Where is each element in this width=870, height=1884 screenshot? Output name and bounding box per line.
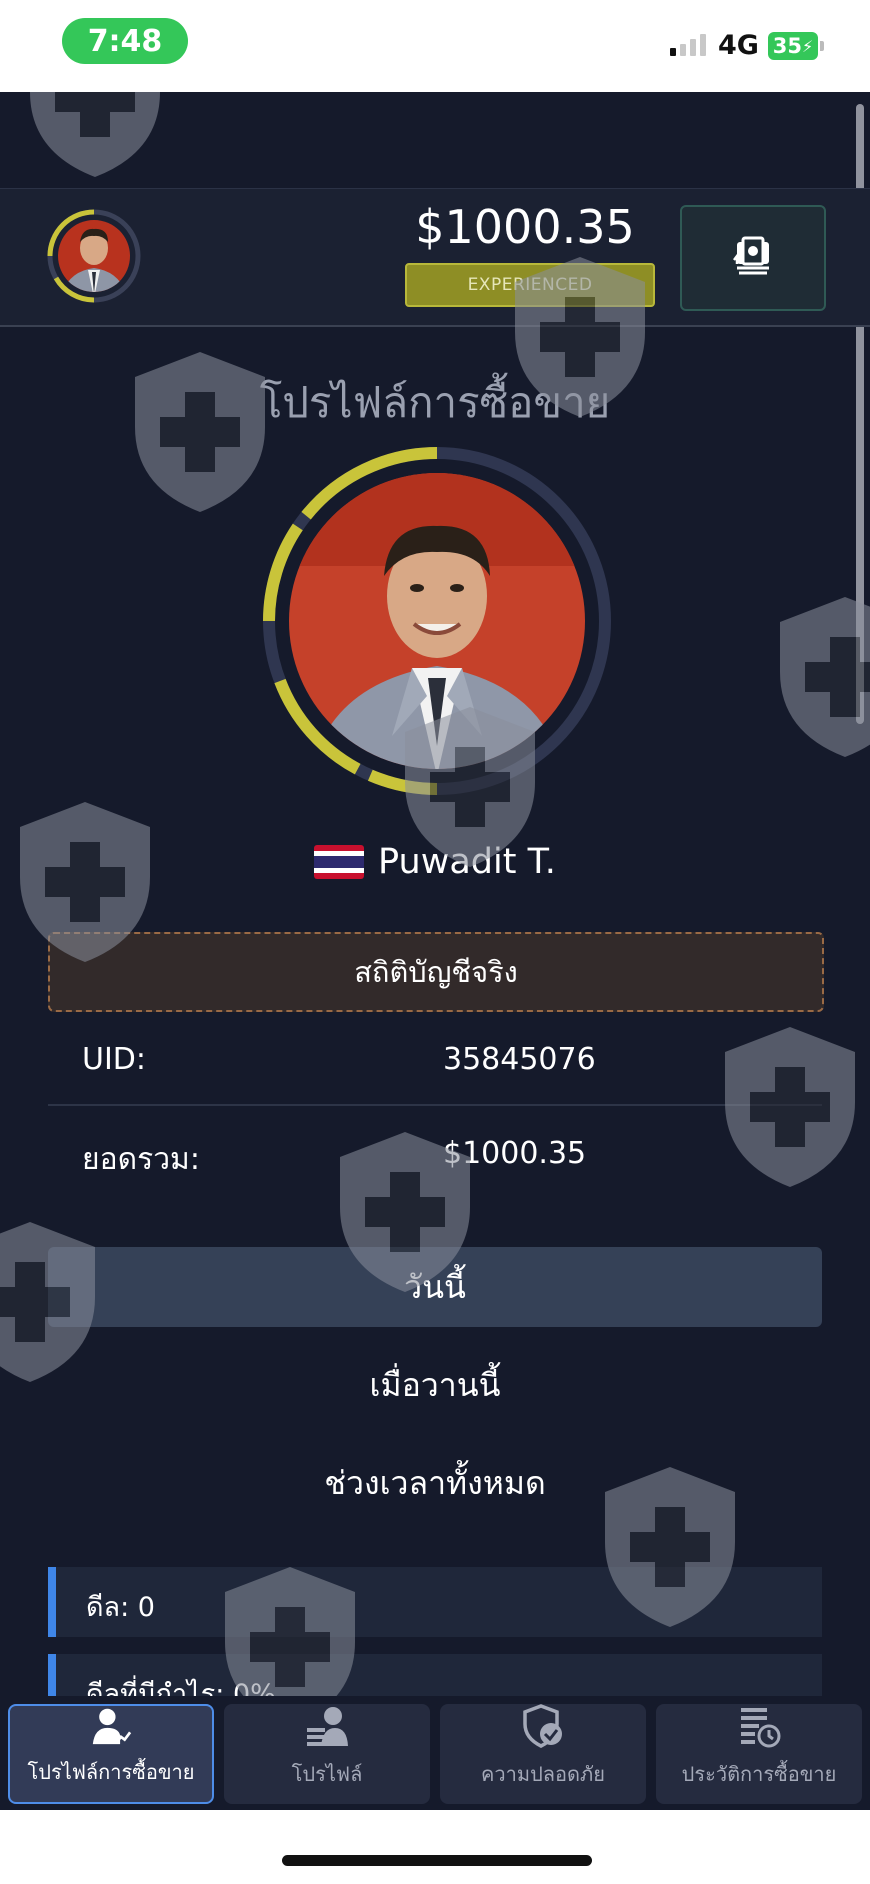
status-time: 7:48	[62, 18, 188, 64]
signal-icon	[670, 34, 706, 56]
shield-watermark-icon	[30, 92, 160, 177]
deals-label: ดีล: 0	[86, 1592, 155, 1623]
battery-icon: 35 ⚡	[768, 32, 818, 60]
total-value: $1000.35	[443, 1136, 587, 1171]
home-area	[0, 1810, 870, 1884]
total-row: ยอดรวม: $1000.35	[48, 1108, 822, 1198]
bottom-navigation: โปรไฟล์การซื้อขาย โปรไฟล์ ความปลอดภัย ปร…	[0, 1696, 870, 1810]
uid-value: 35845076	[443, 1042, 596, 1077]
tab-label: ประวัติการซื้อขาย	[681, 1762, 837, 1786]
tab-profile[interactable]: โปรไฟล์	[224, 1704, 430, 1804]
battery-nub	[820, 41, 824, 51]
profile-icon	[307, 1707, 348, 1746]
deals-stat: ดีล: 0	[48, 1567, 822, 1637]
tab-trading-profile[interactable]: โปรไฟล์การซื้อขาย	[8, 1704, 214, 1804]
trade-history-icon	[741, 1708, 781, 1748]
divider	[48, 1104, 822, 1106]
page-title: โปรไฟล์การซื้อขาย	[259, 378, 611, 427]
total-label: ยอดรวม:	[82, 1142, 200, 1177]
app-screen[interactable]: $1000.35 EXPERIENCED โปรไฟล์การซื้อขาย P…	[0, 92, 870, 1810]
tab-label: ความปลอดภัย	[481, 1762, 605, 1786]
trader-name: Puwadit T.	[378, 842, 556, 882]
cash-deposit-icon	[733, 236, 769, 275]
tab-trade-history[interactable]: ประวัติการซื้อขาย	[656, 1704, 862, 1804]
shield-watermark-icon	[780, 597, 870, 757]
profile-avatar[interactable]	[262, 446, 612, 796]
thailand-flag-icon	[314, 845, 365, 879]
level-badge[interactable]: EXPERIENCED	[405, 263, 655, 307]
deposit-button[interactable]	[680, 205, 826, 311]
trading-profile-icon	[92, 1708, 132, 1745]
tab-label: โปรไฟล์การซื้อขาย	[27, 1760, 195, 1784]
security-shield-icon	[523, 1704, 562, 1748]
period-yesterday[interactable]: เมื่อวานนี้	[0, 1360, 870, 1411]
battery-level: 35	[772, 34, 802, 58]
real-account-stats-header: สถิติบัญชีจริง	[48, 932, 824, 1012]
trader-name-row: Puwadit T.	[0, 842, 870, 882]
period-today[interactable]: วันนี้	[48, 1247, 822, 1327]
network-type: 4G	[718, 30, 759, 61]
period-all-time[interactable]: ช่วงเวลาทั้งหมด	[0, 1458, 870, 1509]
tab-security[interactable]: ความปลอดภัย	[440, 1704, 646, 1804]
balance-amount: $1000.35	[415, 200, 635, 254]
header-avatar[interactable]	[46, 208, 142, 304]
status-bar: 7:48 4G 35 ⚡	[0, 0, 870, 92]
uid-row: UID: 35845076	[48, 1014, 822, 1104]
uid-label: UID:	[82, 1042, 147, 1077]
tab-label: โปรไฟล์	[291, 1762, 363, 1786]
home-indicator[interactable]	[282, 1855, 592, 1866]
